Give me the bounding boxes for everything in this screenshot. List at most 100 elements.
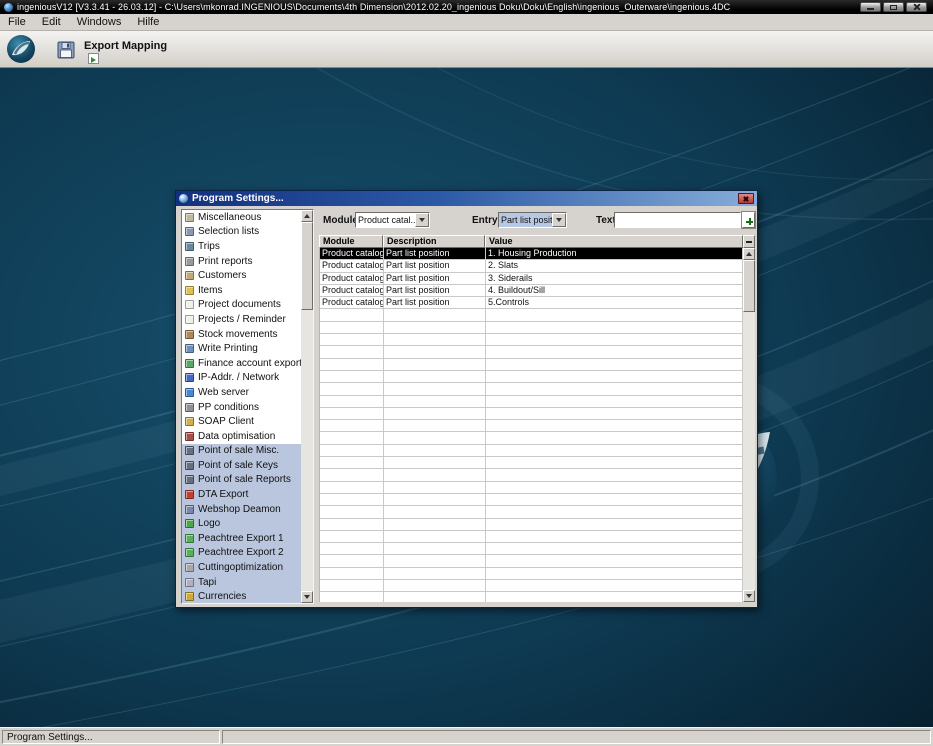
table-row[interactable] [320, 309, 743, 322]
window-title: ingeniousV12 [V3.3.41 - 26.03.12] - C:\U… [17, 2, 731, 12]
dialog-close-button[interactable] [738, 193, 754, 204]
dialog-title: Program Settings... [192, 193, 284, 204]
table-row[interactable] [320, 543, 743, 556]
sidebar-item-label: Tapi [198, 576, 217, 588]
export-mapping-button[interactable]: Export Mapping [84, 36, 167, 64]
stock-icon [185, 329, 194, 339]
scroll-thumb[interactable] [301, 222, 313, 310]
sidebar-item-projects-reminder[interactable]: Projects / Reminder [182, 312, 301, 327]
sidebar-item-print-reports[interactable]: Print reports [182, 254, 301, 269]
scroll-up-button[interactable] [743, 248, 755, 260]
table-row[interactable] [320, 457, 743, 470]
sidebar-item-tapi[interactable]: Tapi [182, 574, 301, 590]
sidebar-item-peachtree-export-1[interactable]: Peachtree Export 1 [182, 531, 301, 546]
column-options-button[interactable] [743, 235, 755, 248]
table-row[interactable] [320, 420, 743, 433]
table-row[interactable] [320, 555, 743, 568]
sidebar-item-web-server[interactable]: Web server [182, 385, 301, 400]
table-row[interactable] [320, 493, 743, 507]
table-row[interactable]: Product catalogs Part list position 1. Hou… [320, 248, 743, 261]
box-icon [185, 285, 194, 295]
table-row[interactable] [320, 395, 743, 408]
table-row[interactable] [320, 567, 743, 581]
table-cell [486, 580, 743, 592]
table-row[interactable] [320, 334, 743, 347]
menu-windows[interactable]: Windows [69, 14, 130, 31]
sidebar-item-point-of-sale-keys[interactable]: Point of sale Keys [182, 458, 301, 473]
scroll-thumb[interactable] [743, 260, 755, 312]
sidebar-item-cuttingoptimization[interactable]: Cuttingoptimization [182, 560, 301, 575]
table-row[interactable]: Product catalogs Part list position 2. Sla… [320, 260, 743, 273]
sidebar-item-miscellaneous[interactable]: Miscellaneous [182, 210, 301, 225]
table-row[interactable] [320, 321, 743, 335]
sidebar-item-trips[interactable]: Trips [182, 239, 301, 254]
sidebar-item-stock-movements[interactable]: Stock movements [182, 327, 301, 342]
close-button[interactable] [906, 2, 927, 12]
table-row[interactable] [320, 518, 743, 531]
table-row[interactable]: Product catalogs Part list position 4. Bui… [320, 284, 743, 298]
table-cell [486, 444, 743, 457]
table-row[interactable] [320, 506, 743, 519]
table-row[interactable] [320, 530, 743, 544]
sidebar-item-point-of-sale-reports[interactable]: Point of sale Reports [182, 472, 301, 488]
sidebar-item-soap-client[interactable]: SOAP Client [182, 414, 301, 429]
entry-dropdown[interactable]: Part list positi... [498, 212, 567, 228]
table-cell [320, 444, 384, 457]
table-row[interactable] [320, 370, 743, 384]
sidebar-item-items[interactable]: Items [182, 283, 301, 298]
sidebar-item-logo[interactable]: Logo [182, 516, 301, 532]
table-cell: Part list position [384, 260, 486, 272]
sidebar-item-write-printing[interactable]: Write Printing [182, 341, 301, 356]
table-scrollbar[interactable] [743, 248, 755, 602]
sidebar-item-selection-lists[interactable]: Selection lists [182, 225, 301, 240]
globe-icon [185, 387, 194, 397]
table-row[interactable] [320, 592, 743, 602]
table-row[interactable] [320, 346, 743, 359]
menu-edit[interactable]: Edit [34, 14, 69, 31]
sidebar-item-pp-conditions[interactable]: PP conditions [182, 400, 301, 415]
sidebar-item-ip-addr-network[interactable]: IP-Addr. / Network [182, 371, 301, 386]
scroll-down-button[interactable] [301, 591, 313, 603]
table-row[interactable]: Product catalogs Part list position 3. Sid… [320, 272, 743, 285]
dropdown-button[interactable] [415, 213, 429, 227]
table-row[interactable] [320, 469, 743, 482]
column-header-module[interactable]: Module [319, 235, 383, 248]
dialog-titlebar[interactable]: Program Settings... [176, 191, 757, 206]
add-entry-button[interactable] [741, 211, 756, 229]
table-row[interactable] [320, 383, 743, 396]
sidebar-item-label: Stock movements [198, 328, 278, 340]
minimize-button[interactable] [860, 2, 881, 12]
table-cell [320, 457, 384, 469]
table-cell [384, 506, 486, 518]
sidebar-item-webshop-deamon[interactable]: Webshop Deamon [182, 501, 301, 517]
table-row[interactable] [320, 358, 743, 371]
sidebar-item-finance-account-export[interactable]: Finance account export [182, 356, 301, 371]
column-header-description[interactable]: Description [383, 235, 485, 248]
table-row[interactable] [320, 432, 743, 445]
sidebar-item-point-of-sale-misc[interactable]: Point of sale Misc. [182, 443, 301, 459]
table-row[interactable] [320, 407, 743, 421]
text-input[interactable] [614, 212, 741, 228]
sidebar-item-customers[interactable]: Customers [182, 268, 301, 283]
column-header-value[interactable]: Value [485, 235, 743, 248]
menu-hilfe[interactable]: Hilfe [129, 14, 167, 31]
status-text: Program Settings... [2, 730, 220, 744]
dropdown-button[interactable] [552, 213, 566, 227]
sidebar-item-project-documents[interactable]: Project documents [182, 298, 301, 313]
table-row[interactable] [320, 481, 743, 494]
sidebar-scrollbar[interactable] [301, 210, 313, 603]
module-dropdown[interactable]: Product catal... [355, 212, 430, 228]
menu-file[interactable]: File [0, 14, 34, 31]
table-row[interactable]: Product catalogs Part list position 5.Cont… [320, 297, 743, 310]
scroll-up-button[interactable] [301, 210, 313, 222]
sidebar-item-peachtree-export-2[interactable]: Peachtree Export 2 [182, 545, 301, 561]
sidebar-item-currencies[interactable]: Currencies [182, 589, 301, 603]
table-row[interactable] [320, 580, 743, 593]
maximize-button[interactable] [883, 2, 904, 12]
save-button[interactable] [55, 39, 77, 61]
scroll-down-button[interactable] [743, 590, 755, 602]
sidebar-item-label: IP-Addr. / Network [198, 372, 280, 384]
sidebar-item-dta-export[interactable]: DTA Export [182, 487, 301, 502]
table-row[interactable] [320, 444, 743, 458]
sidebar-item-data-optimisation[interactable]: Data optimisation [182, 429, 301, 444]
